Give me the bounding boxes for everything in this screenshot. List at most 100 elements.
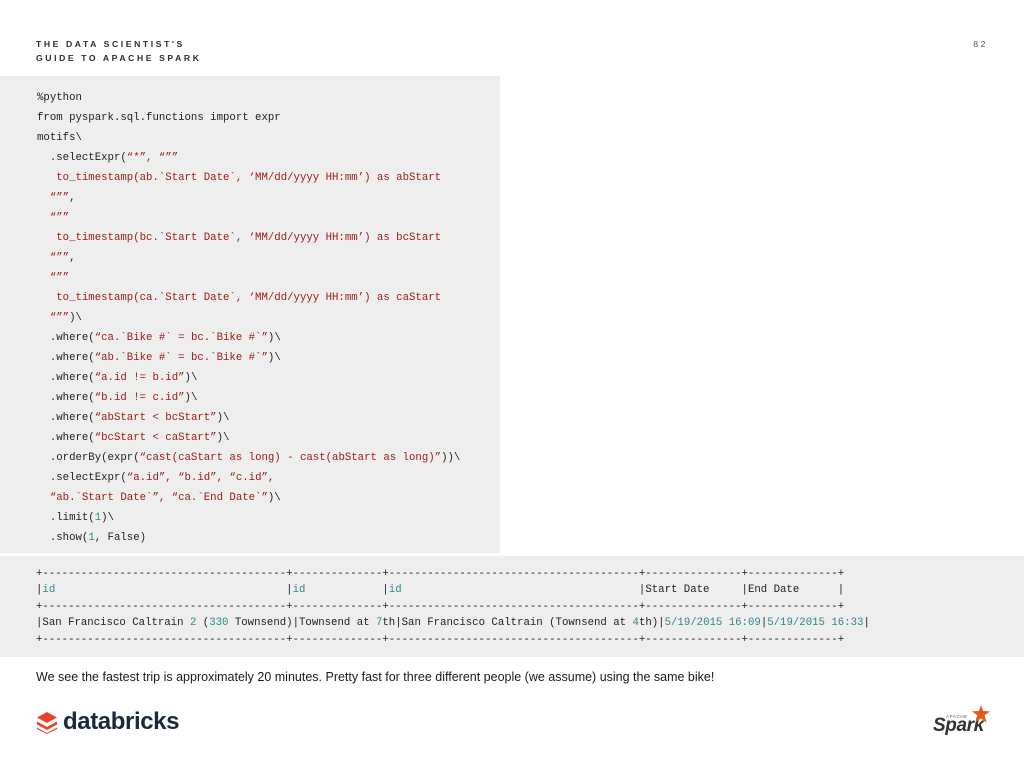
apache-spark-logo: APACHE Spark xyxy=(931,704,991,738)
output-line-segment: +--------------------------------------+… xyxy=(36,568,845,580)
code-line-segment: motifs\ xyxy=(37,132,82,144)
code-line: “”” xyxy=(37,208,460,228)
code-line-segment: .where( xyxy=(37,412,95,424)
code-line: “””, xyxy=(37,188,460,208)
code-line: .limit(1)\ xyxy=(37,508,460,528)
code-block: %python from pyspark.sql.functions import… xyxy=(37,88,460,548)
code-line: .selectExpr(“*”, “”” xyxy=(37,148,460,168)
code-line: “””)\ xyxy=(37,308,460,328)
code-line-segment: “”” xyxy=(37,212,70,224)
code-line-segment: to_timestamp(ab.`Start Date`, ‘MM/dd/yyy… xyxy=(37,172,442,184)
code-line-segment: %python xyxy=(37,92,82,104)
code-line-segment: “”” xyxy=(37,192,70,204)
output-line-segment: |San Francisco Caltrain xyxy=(36,617,190,630)
output-line-segment: | xyxy=(55,584,293,597)
code-line-segment: .limit( xyxy=(37,512,95,524)
code-line: “ab.`Start Date`”, “ca.`End Date`”)\ xyxy=(37,488,460,508)
code-line: .where(“ab.`Bike #` = bc.`Bike #`”)\ xyxy=(37,348,460,368)
code-line: motifs\ xyxy=(37,128,460,148)
code-line-segment: .where( xyxy=(37,392,95,404)
output-line-segment: | xyxy=(305,584,389,597)
output-line-segment: |Start Date |End Date | xyxy=(401,584,845,597)
code-line-segment: )\ xyxy=(267,492,281,504)
code-line-segment: to_timestamp(ca.`Start Date`, ‘MM/dd/yyy… xyxy=(37,292,442,304)
output-line-segment: id xyxy=(292,584,306,597)
code-line-segment: )\ xyxy=(184,372,198,384)
code-line: %python xyxy=(37,88,460,108)
code-line: from pyspark.sql.functions import expr xyxy=(37,108,460,128)
code-line: .show(1, False) xyxy=(37,528,460,548)
output-line-segment: 5/19/2015 16:09 xyxy=(664,617,761,630)
code-line-segment: .where( xyxy=(37,352,95,364)
databricks-wordmark: databricks xyxy=(63,708,180,735)
code-line-segment: .where( xyxy=(37,332,95,344)
code-line: .where(“ca.`Bike #` = bc.`Bike #`”)\ xyxy=(37,328,460,348)
code-line-segment: to_timestamp(bc.`Start Date`, ‘MM/dd/yyy… xyxy=(37,232,442,244)
output-line-segment: ( xyxy=(196,617,210,630)
code-line-segment: )\ xyxy=(101,512,114,524)
code-line-segment: )\ xyxy=(216,432,230,444)
output-line-segment: | xyxy=(863,617,870,630)
code-line: .orderBy(expr(“cast(caStart as long) - c… xyxy=(37,448,461,468)
guide-title-line2: GUIDE TO APACHE SPARK xyxy=(36,53,202,63)
output-line-segment: +--------------------------------------+… xyxy=(36,600,845,613)
code-line-segment: “a.id != b.id” xyxy=(94,372,185,384)
databricks-icon xyxy=(37,712,57,734)
code-line-segment: “ab.`Bike #` = bc.`Bike #`” xyxy=(94,352,268,364)
code-line-segment: from pyspark.sql.functions import expr xyxy=(37,112,281,124)
databricks-logo: databricks xyxy=(36,708,179,736)
output-line-segment: Townsend)|Townsend at xyxy=(228,617,376,630)
code-line: .selectExpr(“a.id”, “b.id”, “c.id”, xyxy=(37,468,460,488)
code-line-segment: “”” xyxy=(37,252,70,264)
guide-title-line1: THE DATA SCIENTIST'S xyxy=(36,39,185,49)
code-line: .where(“b.id != c.id”)\ xyxy=(37,388,460,408)
output-line: +--------------------------------------+… xyxy=(36,632,870,648)
code-line: “””, xyxy=(37,248,460,268)
code-line: “”” xyxy=(37,268,460,288)
code-line-segment: )\ xyxy=(69,312,82,324)
code-line-segment: .show( xyxy=(37,532,89,544)
code-line: .where(“abStart < bcStart”)\ xyxy=(37,408,460,428)
code-line-segment: )\ xyxy=(267,352,281,364)
output-line-segment: th)| xyxy=(638,617,665,630)
output-line-segment: th|San Francisco Caltrain (Townsend at xyxy=(382,617,633,630)
code-line: to_timestamp(bc.`Start Date`, ‘MM/dd/yyy… xyxy=(37,228,460,248)
output-line: |id |id |id |Start Date |End Date | xyxy=(36,582,870,598)
code-line-segment: “”” xyxy=(37,272,70,284)
output-line-segment: 330 xyxy=(209,617,229,630)
page-number: 82 xyxy=(973,39,988,49)
caption-text: We see the fastest trip is approximately… xyxy=(36,670,715,684)
code-line: .where(“a.id != b.id”)\ xyxy=(37,368,460,388)
guide-title: THE DATA SCIENTIST'S GUIDE TO APACHE SPA… xyxy=(36,37,202,65)
output-table: +--------------------------------------+… xyxy=(36,566,870,648)
code-line-segment: “a.id”, “b.id”, “c.id”, xyxy=(126,472,275,484)
code-line-segment: .where( xyxy=(37,372,95,384)
code-line-segment: “b.id != c.id” xyxy=(94,392,185,404)
code-line-segment: ))\ xyxy=(441,452,461,464)
output-line-segment: 5/19/2015 16:33 xyxy=(767,617,864,630)
code-line-segment: “”” xyxy=(37,312,70,324)
code-line-segment: , xyxy=(69,252,76,264)
code-line-segment: “*”, “”” xyxy=(126,152,179,164)
output-line: +--------------------------------------+… xyxy=(36,566,870,582)
output-line-segment: id xyxy=(388,584,402,597)
code-line-segment: , xyxy=(69,192,76,204)
code-line-segment: “abStart < bcStart” xyxy=(94,412,217,424)
code-line: to_timestamp(ca.`Start Date`, ‘MM/dd/yyy… xyxy=(37,288,460,308)
output-line-segment: +--------------------------------------+… xyxy=(36,633,845,646)
code-line-segment: )\ xyxy=(216,412,230,424)
code-line-segment: )\ xyxy=(184,392,198,404)
code-line-segment: .orderBy(expr( xyxy=(37,452,140,464)
code-line-segment: , False) xyxy=(94,532,147,544)
output-line: +--------------------------------------+… xyxy=(36,599,870,615)
code-line-segment: “cast(caStart as long) - cast(abStart as… xyxy=(139,452,442,464)
code-line-segment: “bcStart < caStart” xyxy=(94,432,217,444)
output-line-segment: id xyxy=(42,584,56,597)
code-line-segment: “ca.`Bike #` = bc.`Bike #`” xyxy=(94,332,268,344)
code-line: to_timestamp(ab.`Start Date`, ‘MM/dd/yyy… xyxy=(37,168,460,188)
code-line-segment: .where( xyxy=(37,432,95,444)
code-line-segment: .selectExpr( xyxy=(37,472,127,484)
spark-star-icon xyxy=(972,705,990,723)
code-line: .where(“bcStart < caStart”)\ xyxy=(37,428,460,448)
code-line-segment: .selectExpr( xyxy=(37,152,127,164)
